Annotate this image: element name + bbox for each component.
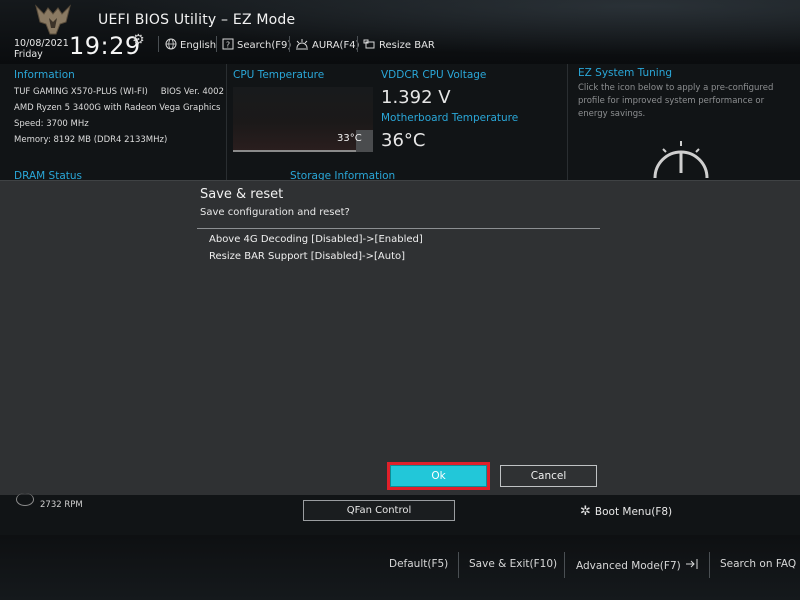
aura-label: AURA(F4) xyxy=(312,40,360,51)
resize-bar-button[interactable]: Resize BAR xyxy=(363,38,435,53)
boot-menu-label: Boot Menu(F8) xyxy=(594,505,673,518)
search-faq-label: Search on FAQ xyxy=(720,558,797,570)
information-heading: Information xyxy=(14,69,75,81)
ez-tuning-heading: EZ System Tuning xyxy=(578,67,673,79)
advanced-mode-label: Advanced Mode(F7) xyxy=(576,559,681,572)
dialog-title: Save & reset xyxy=(200,187,284,202)
change-item: Resize BAR Support [Disabled]->[Auto] xyxy=(209,251,406,262)
system-line: TUF GAMING X570-PLUS (WI-FI) BIOS Ver. 4… xyxy=(14,84,224,100)
header-divider xyxy=(357,36,358,52)
aura-button[interactable]: AURA(F4) xyxy=(295,38,359,53)
boot-menu-button[interactable]: ✲ Boot Menu(F8) xyxy=(580,504,672,519)
bios-version: BIOS Ver. 4002 xyxy=(160,87,224,97)
memory-info: Memory: 8192 MB (DDR4 2133MHz) xyxy=(14,135,168,145)
cancel-button[interactable]: Cancel xyxy=(500,465,597,487)
information-block: TUF GAMING X570-PLUS (WI-FI) BIOS Ver. 4… xyxy=(14,84,224,148)
dialog-subtitle: Save configuration and reset? xyxy=(200,207,350,218)
svg-text:?: ? xyxy=(226,41,230,50)
boot-menu-icon: ✲ xyxy=(580,504,591,519)
search-button[interactable]: ? Search(F9) xyxy=(222,38,291,53)
day-text: Friday xyxy=(14,49,43,60)
dialog-divider xyxy=(197,228,600,229)
footer-divider xyxy=(564,552,565,578)
header-divider xyxy=(216,36,217,52)
header-divider xyxy=(158,36,159,52)
board-name: TUF GAMING X570-PLUS (WI-FI) xyxy=(14,87,148,97)
default-label: Default(F5) xyxy=(389,558,449,570)
footer-divider xyxy=(709,552,710,578)
advanced-mode-button[interactable]: Advanced Mode(F7) xyxy=(576,558,699,573)
change-item: Above 4G Decoding [Disabled]->[Enabled] xyxy=(209,234,423,245)
cpu-temp-heading: CPU Temperature xyxy=(233,69,325,81)
gauge-icon[interactable] xyxy=(651,133,711,184)
language-label: English xyxy=(180,40,217,51)
fan-icon xyxy=(16,493,34,506)
aura-icon xyxy=(295,38,309,53)
save-exit-button[interactable]: Save & Exit(F10) xyxy=(469,558,557,570)
voltage-value: 1.392 V xyxy=(381,87,451,108)
panel-divider xyxy=(567,64,568,180)
mb-temp-heading: Motherboard Temperature xyxy=(381,112,519,124)
footer-divider xyxy=(458,552,459,578)
save-exit-label: Save & Exit(F10) xyxy=(469,558,558,570)
date-text: 10/08/2021 xyxy=(14,38,69,49)
ez-tuning-description: Click the icon below to apply a pre-conf… xyxy=(578,83,774,119)
logo-icon xyxy=(34,4,72,36)
search-label: Search(F9) xyxy=(237,40,292,51)
ok-button[interactable]: Ok xyxy=(387,462,490,490)
mb-temp-value: 36°C xyxy=(381,130,426,151)
globe-icon xyxy=(165,38,177,53)
search-faq-button[interactable]: Search on FAQ xyxy=(720,558,796,570)
voltage-heading: VDDCR CPU Voltage xyxy=(381,69,487,81)
advanced-mode-icon xyxy=(685,558,699,573)
cpu-temp-value: 33°C xyxy=(337,133,362,144)
cpu-name: AMD Ryzen 5 3400G with Radeon Vega Graph… xyxy=(14,103,221,113)
fan-rpm: 2732 RPM xyxy=(40,500,83,510)
default-button[interactable]: Default(F5) xyxy=(389,558,448,570)
resize-bar-icon xyxy=(363,38,376,53)
language-button[interactable]: English xyxy=(165,38,216,53)
time-display: 19:29 xyxy=(69,32,141,60)
gear-icon[interactable]: ⚙ xyxy=(132,32,145,48)
resize-bar-label: Resize BAR xyxy=(379,40,435,51)
date-display: 10/08/2021 Friday xyxy=(14,38,69,60)
app-title: UEFI BIOS Utility – EZ Mode xyxy=(98,12,296,28)
search-icon: ? xyxy=(222,38,234,53)
header-divider xyxy=(289,36,290,52)
qfan-control-button[interactable]: QFan Control xyxy=(303,500,455,521)
cpu-speed: Speed: 3700 MHz xyxy=(14,119,89,129)
panel-divider xyxy=(226,64,227,180)
cpu-temp-bar xyxy=(233,150,357,152)
